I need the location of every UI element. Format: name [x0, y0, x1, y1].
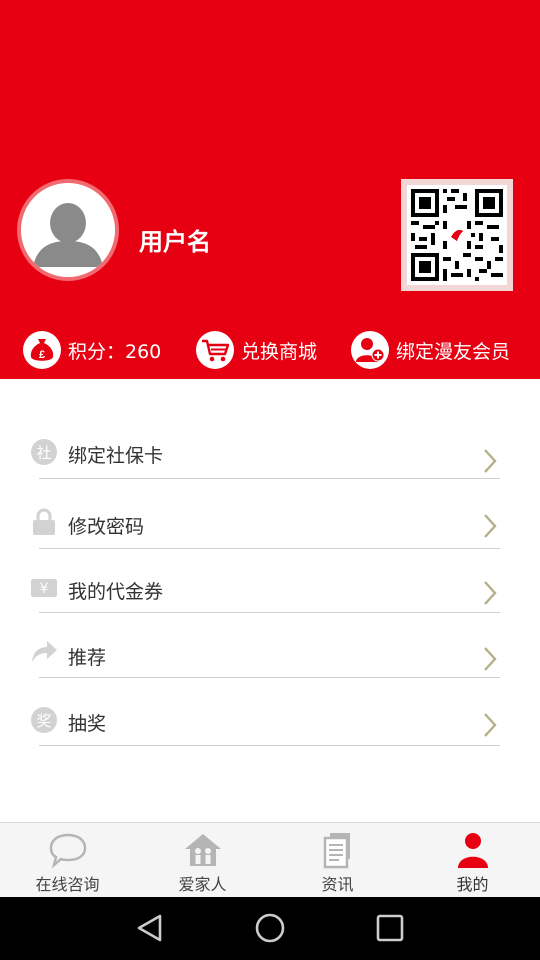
- chevron-right-icon: [480, 711, 500, 739]
- menu-item-recommend[interactable]: 推荐: [0, 628, 540, 694]
- money-bag-icon: £: [23, 331, 61, 369]
- menu-item-my-vouchers[interactable]: ¥ 我的代金券: [0, 562, 540, 628]
- avatar[interactable]: [17, 179, 119, 281]
- family-house-icon: [183, 831, 223, 869]
- chevron-right-icon: [480, 645, 500, 673]
- tab-mine[interactable]: 我的: [405, 823, 540, 898]
- bind-member-button[interactable]: 绑定漫友会员: [351, 328, 510, 372]
- share-arrow-icon: [30, 638, 58, 666]
- menu-item-change-password[interactable]: 修改密码: [0, 496, 540, 562]
- tab-label: 资讯: [321, 875, 354, 894]
- points-label: 积分：260: [68, 340, 162, 363]
- back-icon[interactable]: [133, 911, 167, 945]
- divider: [39, 745, 500, 746]
- divider: [39, 548, 500, 549]
- chevron-right-icon: [480, 512, 500, 540]
- home-icon[interactable]: [253, 911, 287, 945]
- chevron-right-icon: [480, 579, 500, 607]
- member-label: 绑定漫友会员: [396, 340, 511, 363]
- chevron-right-icon: [480, 447, 500, 475]
- stats-row: £ 积分：260 兑换商城 绑定漫友会员: [0, 328, 540, 372]
- divider: [39, 612, 500, 613]
- svg-text:奖: 奖: [36, 712, 51, 730]
- shopping-cart-icon: [196, 331, 234, 369]
- tab-label: 我的: [456, 875, 489, 894]
- menu-item-label: 修改密码: [68, 516, 145, 538]
- points-stat[interactable]: £ 积分：260: [23, 328, 161, 372]
- divider: [39, 478, 500, 479]
- divider: [39, 677, 500, 678]
- username: 用户名: [139, 228, 211, 256]
- menu-item-bind-social-security[interactable]: 社 绑定社保卡: [0, 425, 540, 491]
- lottery-icon: 奖: [30, 706, 58, 734]
- svg-text:社: 社: [36, 444, 51, 462]
- menu-item-label: 抽奖: [68, 713, 107, 735]
- voucher-icon: ¥: [30, 574, 58, 602]
- bottom-nav: 在线咨询 爱家人 资讯 我的: [0, 822, 540, 897]
- tab-label: 在线咨询: [35, 875, 100, 894]
- tab-love-family[interactable]: 爱家人: [135, 823, 270, 898]
- menu-item-label: 绑定社保卡: [68, 445, 164, 467]
- recent-apps-icon[interactable]: [373, 911, 407, 945]
- default-avatar-icon: [21, 183, 115, 277]
- menu-item-lottery[interactable]: 奖 抽奖: [0, 694, 540, 760]
- tab-online-consult[interactable]: 在线咨询: [0, 823, 135, 898]
- qr-code-icon: [407, 185, 507, 285]
- svg-text:£: £: [39, 349, 45, 361]
- tab-news[interactable]: 资讯: [270, 823, 405, 898]
- menu-item-label: 推荐: [68, 647, 107, 669]
- lock-icon: [30, 508, 58, 536]
- social-security-icon: 社: [30, 438, 58, 466]
- news-document-icon: [318, 831, 358, 869]
- exchange-mall-button[interactable]: 兑换商城: [196, 328, 317, 372]
- mall-label: 兑换商城: [241, 340, 318, 363]
- menu-item-label: 我的代金券: [68, 581, 164, 603]
- person-icon: [453, 831, 493, 869]
- tab-label: 爱家人: [178, 875, 227, 894]
- add-user-icon: [351, 331, 389, 369]
- profile-header: 用户名 £ 积分：260 兑换商城 绑定漫友会员: [0, 0, 540, 379]
- svg-text:¥: ¥: [40, 581, 49, 597]
- qr-code[interactable]: [401, 179, 513, 291]
- system-nav-bar: [0, 897, 540, 960]
- chat-bubble-icon: [48, 831, 88, 869]
